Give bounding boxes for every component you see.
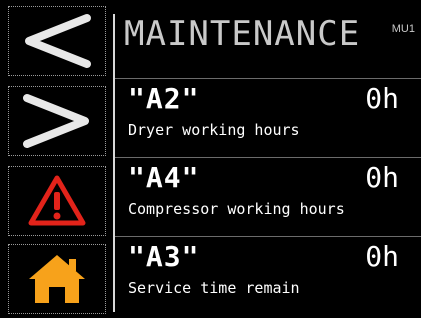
parameter-label: Service time remain — [128, 279, 300, 297]
parameter-value: 0h — [365, 240, 399, 273]
warning-icon — [28, 175, 86, 226]
list-item: "A3" 0h Service time remain — [115, 238, 421, 316]
parameter-label: Dryer working hours — [128, 121, 300, 139]
header: MAINTENANCE MU1 — [115, 0, 421, 78]
screen-code: MU1 — [391, 23, 415, 35]
parameter-value: 0h — [365, 161, 399, 194]
sidebar — [0, 0, 108, 318]
parameter-label: Compressor working hours — [128, 200, 345, 218]
parameter-value: 0h — [365, 82, 399, 115]
parameter-code: "A2" — [128, 82, 200, 115]
chevron-right-icon — [23, 94, 89, 148]
home-button[interactable] — [8, 244, 106, 314]
row-divider — [115, 157, 421, 158]
chevron-left-icon — [25, 14, 91, 68]
home-icon — [29, 255, 85, 303]
back-button[interactable] — [8, 6, 106, 76]
page-title: MAINTENANCE — [124, 14, 361, 54]
alarm-button[interactable] — [8, 166, 106, 236]
list-item: "A2" 0h Dryer working hours — [115, 80, 421, 158]
forward-button[interactable] — [8, 86, 106, 156]
header-divider — [115, 78, 421, 79]
row-divider — [115, 236, 421, 237]
parameter-code: "A4" — [128, 161, 200, 194]
parameter-code: "A3" — [128, 240, 200, 273]
list-item: "A4" 0h Compressor working hours — [115, 159, 421, 237]
